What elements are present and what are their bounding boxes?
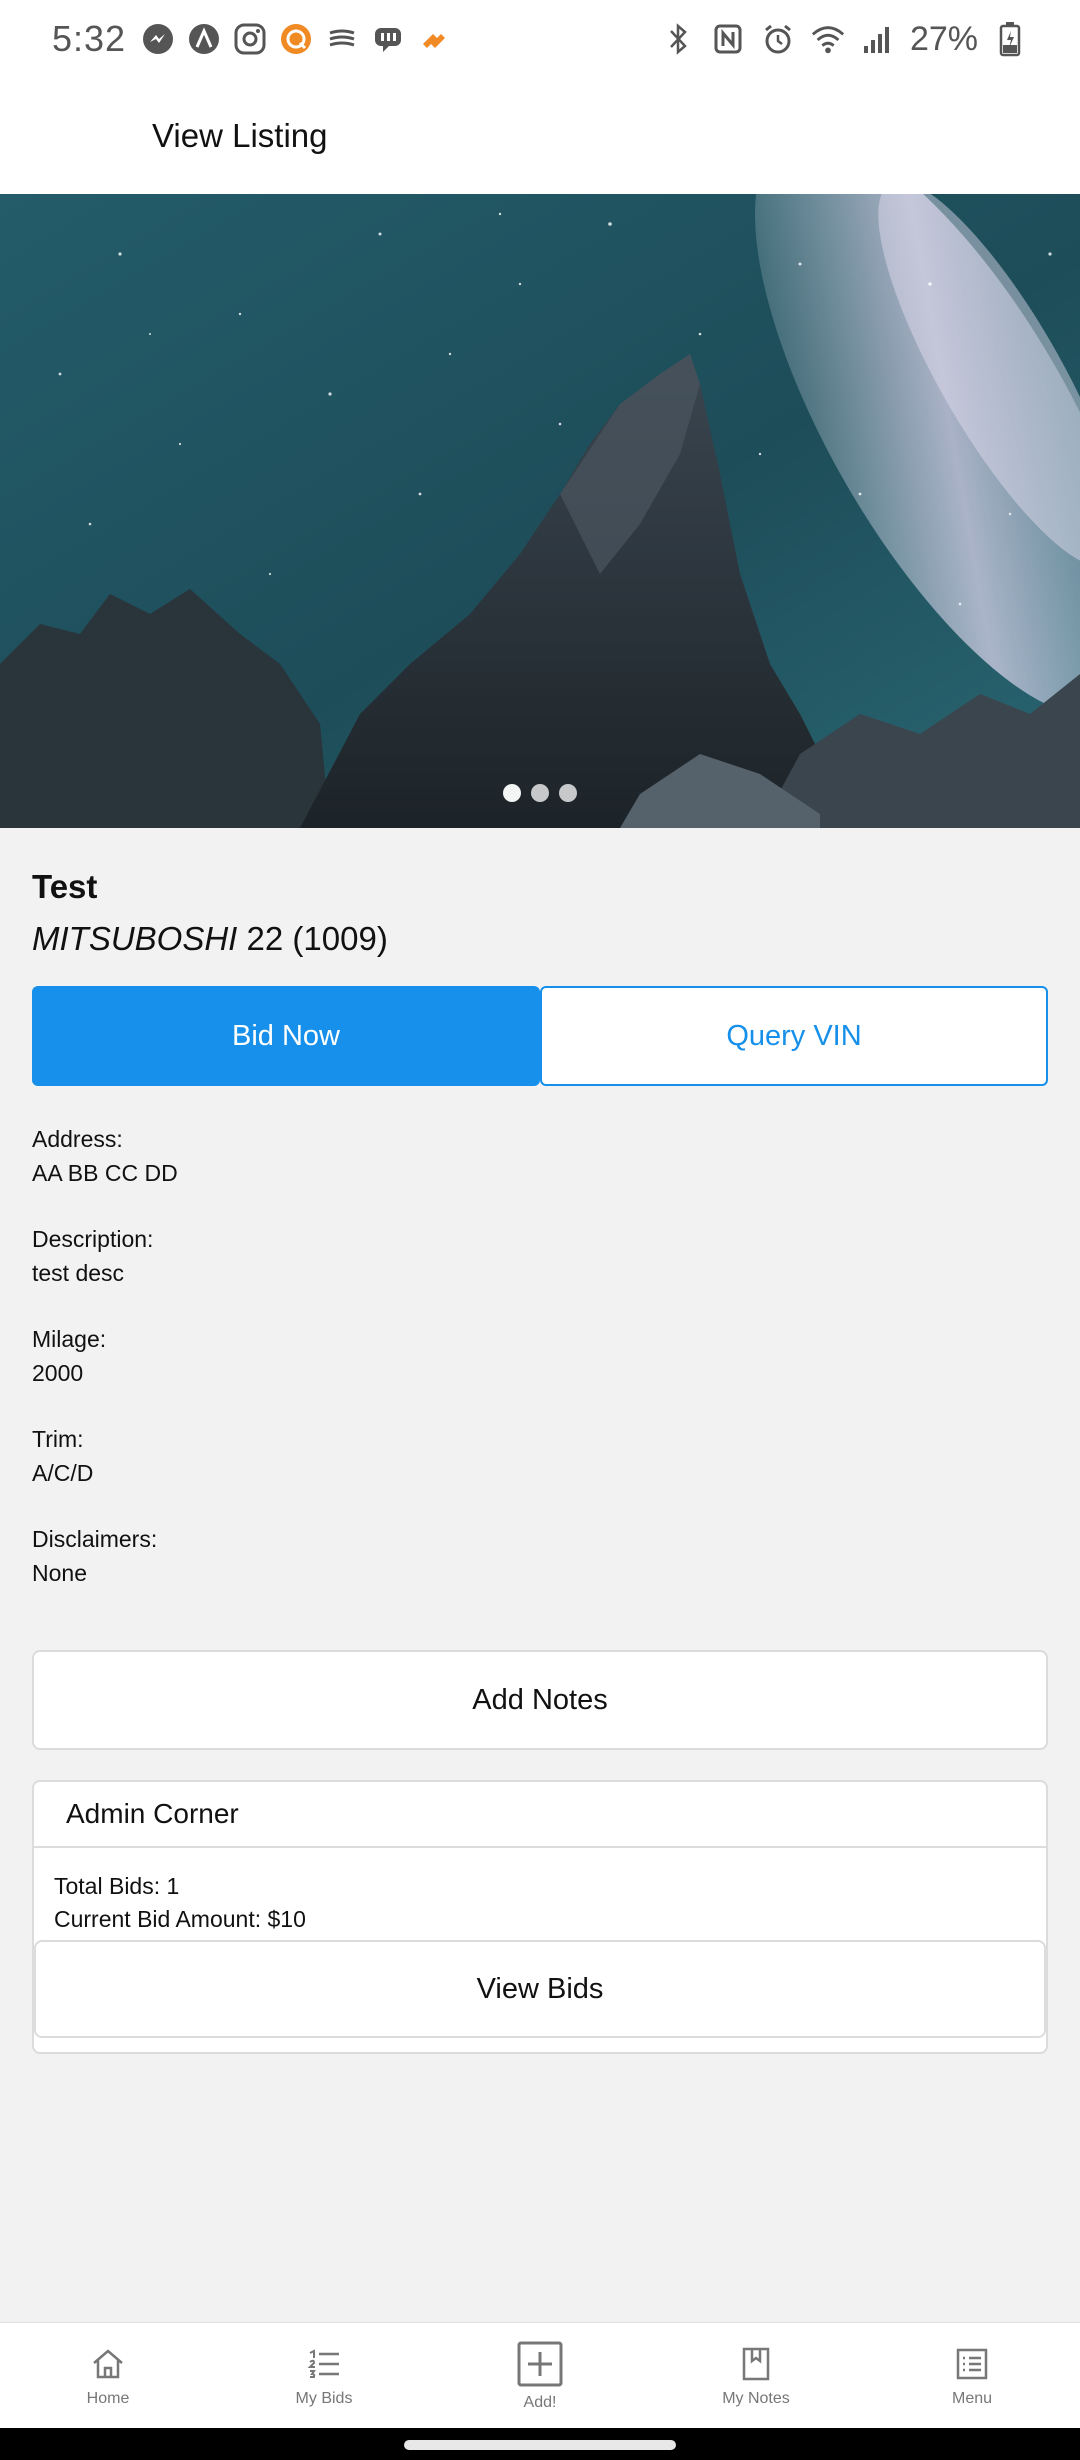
field-label: Milage: <box>32 1326 107 1352</box>
field-trim: Trim: A/C/D <box>32 1422 1048 1490</box>
view-bids-button[interactable]: View Bids <box>34 1940 1046 2038</box>
nav-menu[interactable]: Menu <box>864 2323 1080 2428</box>
field-address: Address: AA BB CC DD <box>32 1122 1048 1190</box>
signal-icon <box>860 21 896 57</box>
status-time: 5:32 <box>52 18 127 59</box>
orange-app-icon <box>416 21 452 57</box>
carousel-dot[interactable] <box>503 784 521 802</box>
field-label: Description: <box>32 1226 154 1252</box>
app-header: View Listing <box>0 78 1080 194</box>
nav-label: Menu <box>951 2389 993 2407</box>
menu-icon <box>952 2344 992 2384</box>
q-app-icon <box>278 21 314 57</box>
field-label: Address: <box>32 1126 123 1152</box>
admin-corner-card: Admin Corner Total Bids: 1 Current Bid A… <box>32 1780 1048 2054</box>
nav-label: Add! <box>523 2393 557 2411</box>
carousel-dot[interactable] <box>531 784 549 802</box>
nav-my-bids[interactable]: My Bids <box>216 2323 432 2428</box>
messenger-icon <box>140 21 176 57</box>
query-vin-button[interactable]: Query VIN <box>540 986 1048 1086</box>
field-description: Description: test desc <box>32 1222 1048 1290</box>
field-value: None <box>32 1560 87 1586</box>
field-value: AA BB CC DD <box>32 1160 178 1186</box>
listing-title: Test <box>32 868 98 905</box>
notification-icons <box>140 21 452 57</box>
nav-label: My Notes <box>722 2389 790 2407</box>
instagram-icon <box>232 21 268 57</box>
nav-label: My Bids <box>295 2389 353 2407</box>
listing-id: (1009) <box>292 920 388 957</box>
nav-label: Home <box>86 2389 130 2407</box>
battery-icon <box>992 21 1028 57</box>
bluetooth-icon <box>660 21 696 57</box>
alarm-icon <box>760 21 796 57</box>
bookmark-icon <box>736 2344 776 2384</box>
field-label: Disclaimers: <box>32 1526 158 1552</box>
wifi-icon <box>810 21 846 57</box>
list-icon <box>304 2344 344 2384</box>
listing-vehicle: MITSUBOSHI 22 (1009) <box>32 920 1048 958</box>
field-value: test desc <box>32 1260 125 1286</box>
current-bid-amount: Current Bid Amount: $10 <box>54 1906 306 1932</box>
field-value: A/C/D <box>32 1460 94 1486</box>
home-icon <box>88 2344 128 2384</box>
bid-now-button[interactable]: Bid Now <box>32 986 540 1086</box>
listing-details: Address: AA BB CC DD Description: test d… <box>32 1122 1048 1590</box>
chat-bot-icon <box>370 21 406 57</box>
add-icon <box>516 2340 564 2388</box>
field-milage: Milage: 2000 <box>32 1322 1048 1390</box>
vehicle-year: 22 <box>246 920 284 957</box>
nav-my-notes[interactable]: My Notes <box>648 2323 864 2428</box>
carousel-dot[interactable] <box>559 784 577 802</box>
system-gesture-area <box>0 2428 1080 2460</box>
status-bar: 5:32 27% <box>0 0 1080 78</box>
admin-corner-body: Total Bids: 1 Current Bid Amount: $10 Vi… <box>34 1848 1046 2038</box>
listing-content: Test MITSUBOSHI 22 (1009) Bid Now Query … <box>32 828 1048 2054</box>
total-bids: Total Bids: 1 <box>54 1873 180 1899</box>
app-a-icon <box>186 21 222 57</box>
listing-image-carousel[interactable] <box>0 194 1080 828</box>
home-gesture-handle[interactable] <box>404 2440 676 2450</box>
admin-corner-title: Admin Corner <box>34 1782 1046 1848</box>
page-title: View Listing <box>152 117 328 154</box>
nav-add[interactable]: Add! <box>432 2323 648 2428</box>
carousel-indicators <box>0 784 1080 802</box>
field-label: Trim: <box>32 1426 84 1452</box>
bottom-nav: Home My Bids Add! My Notes Menu <box>0 2322 1080 2428</box>
field-disclaimers: Disclaimers: None <box>32 1522 1048 1590</box>
nfc-icon <box>710 21 746 57</box>
nav-home[interactable]: Home <box>0 2323 216 2428</box>
stack-icon <box>324 21 360 57</box>
listing-photo <box>0 194 1080 828</box>
system-status: 27% <box>660 20 1028 59</box>
field-value: 2000 <box>32 1360 84 1386</box>
action-buttons: Bid Now Query VIN <box>32 986 1048 1086</box>
vehicle-make: MITSUBOSHI <box>32 920 238 957</box>
add-notes-button[interactable]: Add Notes <box>32 1650 1048 1750</box>
battery-percent: 27% <box>909 19 978 58</box>
